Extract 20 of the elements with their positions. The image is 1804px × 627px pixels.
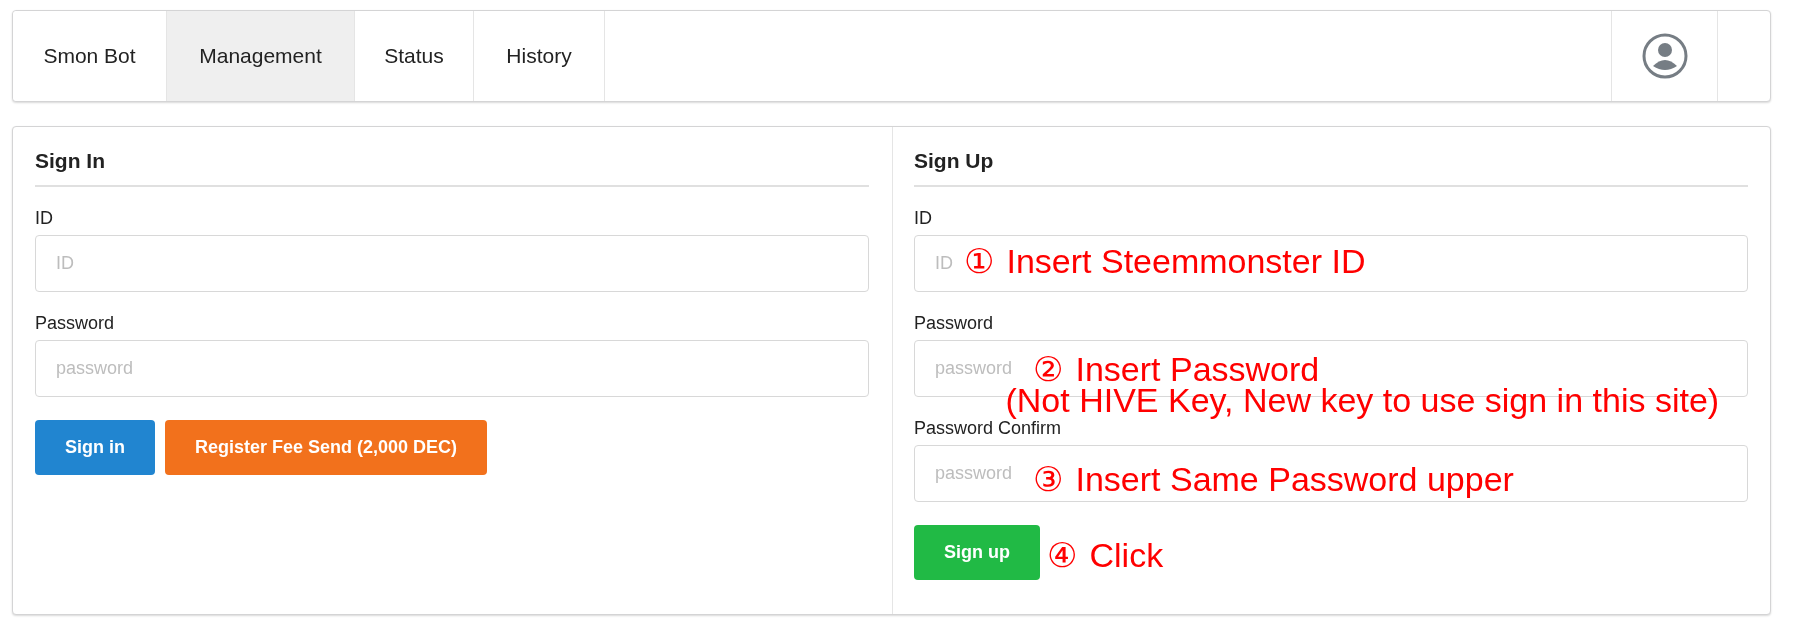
user-avatar-icon[interactable] <box>1640 32 1689 80</box>
input-field[interactable]: password <box>35 339 869 397</box>
step-number: ③ <box>1033 458 1064 501</box>
step-number: ④ <box>1047 534 1078 577</box>
field-label: ID <box>914 206 932 229</box>
step-number: ① <box>964 240 995 283</box>
annotation-text: Insert Steemmonster ID <box>1006 241 1366 282</box>
nav-tab[interactable]: Smon Bot <box>13 11 167 101</box>
nav-tab[interactable]: History <box>474 11 605 101</box>
nav-tab[interactable]: Status <box>355 11 474 101</box>
field-label: ID <box>35 206 53 229</box>
annotation-text: Click <box>1089 535 1164 576</box>
section-title: Sign In <box>35 145 869 187</box>
field-label: Password <box>914 311 994 334</box>
input-field[interactable]: ID <box>35 234 869 292</box>
annotation-text: Insert Same Password upper <box>1075 459 1514 500</box>
nav-tab[interactable]: Management <box>167 11 355 101</box>
action-button[interactable]: Sign in <box>35 419 155 475</box>
field-label: Password <box>35 311 115 334</box>
section-title: Sign Up <box>914 145 1748 187</box>
